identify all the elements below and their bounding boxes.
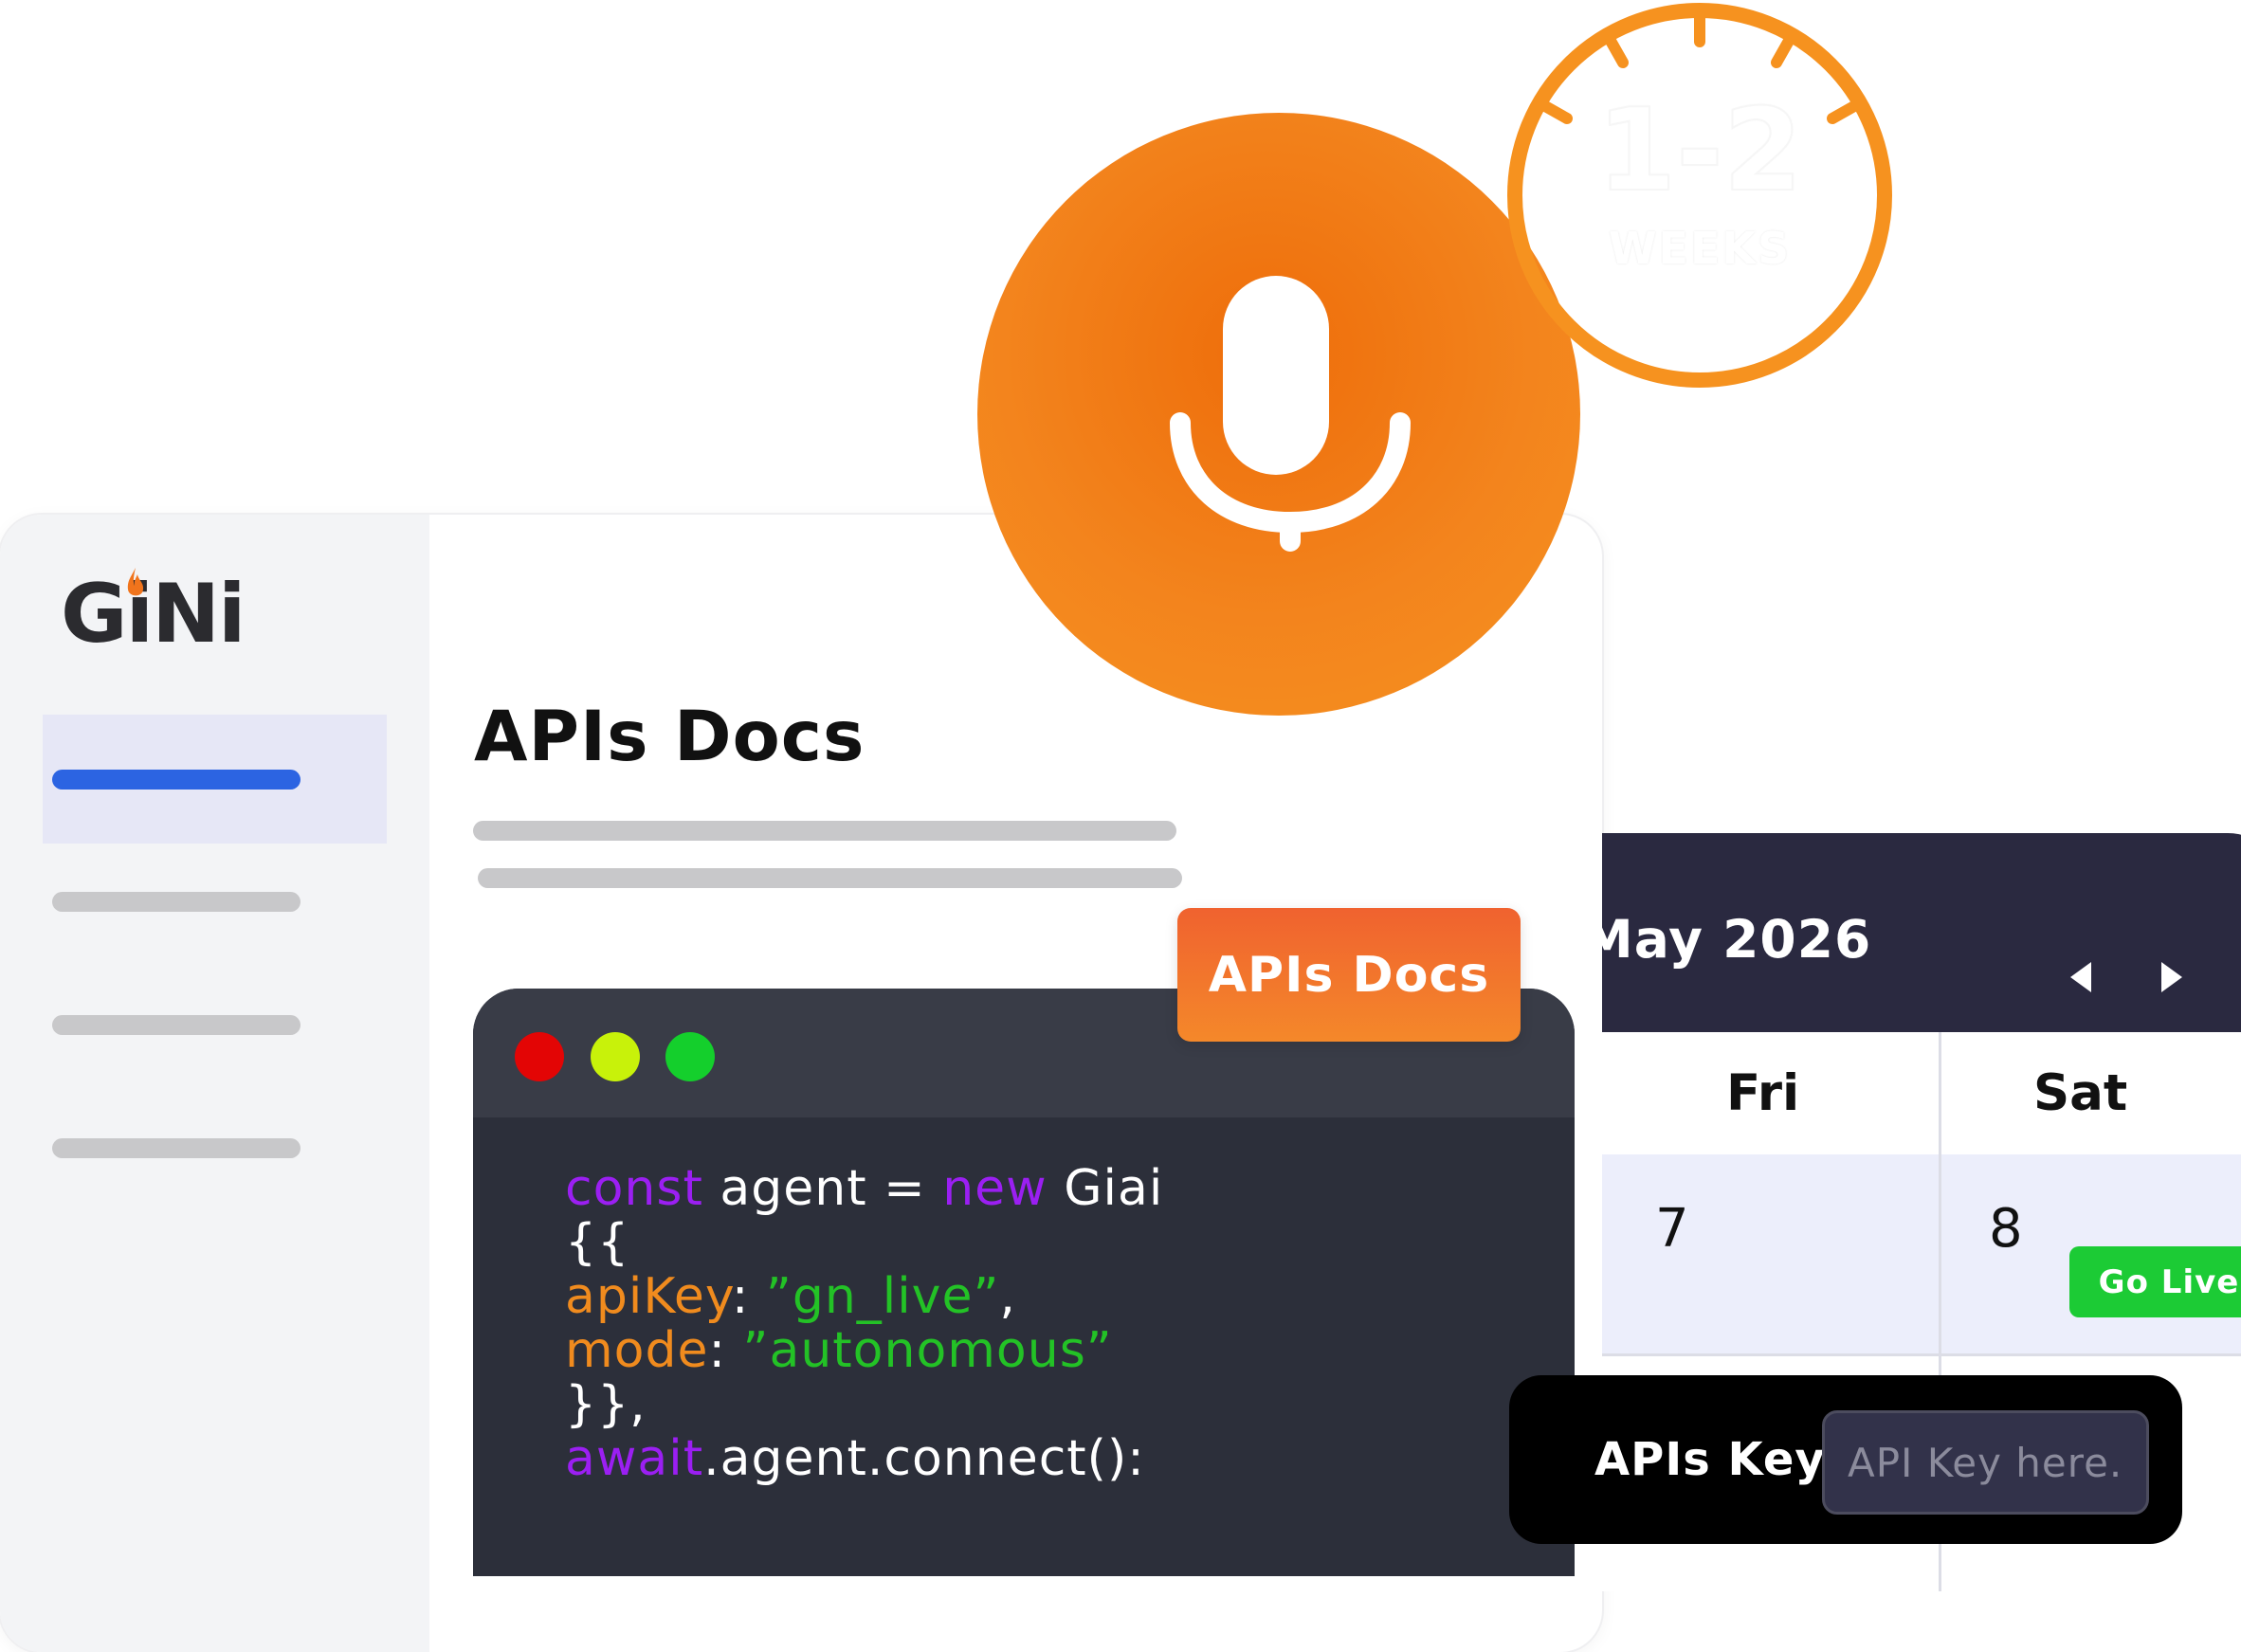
code-token: :	[731, 1268, 766, 1325]
code-line: apiKey: ”gn_live”,	[565, 1270, 1163, 1324]
calendar-row-divider	[1602, 1353, 2241, 1356]
code-token: new	[942, 1160, 1048, 1217]
api-key-input[interactable]	[1822, 1410, 2149, 1515]
chevron-left-icon[interactable]	[2063, 958, 2101, 996]
text-placeholder-line	[478, 868, 1182, 888]
code-token: :	[708, 1322, 743, 1379]
flame-icon	[127, 568, 144, 596]
sidebar-item-bar	[52, 770, 301, 790]
window-minimize-dot[interactable]	[591, 1032, 640, 1081]
code-token: apiKey	[565, 1268, 732, 1325]
apis-docs-button[interactable]: APIs Docs	[1177, 908, 1521, 1042]
code-token: mode	[565, 1322, 709, 1379]
sidebar: GiNi	[0, 515, 429, 1652]
code-token: .agent.connect():	[703, 1430, 1145, 1487]
code-token: await	[565, 1430, 704, 1487]
sidebar-item-bar	[52, 1015, 301, 1035]
calendar-date-cell[interactable]: 8	[1989, 1198, 2023, 1260]
timer-unit: WEEKS	[1608, 223, 1792, 274]
code-line: {{	[565, 1216, 1163, 1270]
code-editor: const agent = new Giai{{apiKey: ”gn_live…	[473, 989, 1575, 1576]
code-token: {{	[565, 1214, 630, 1271]
page-title: APIs Docs	[474, 697, 865, 777]
window-close-dot[interactable]	[515, 1032, 564, 1081]
calendar-header: May 2026	[1602, 833, 2241, 1032]
calendar-month: May 2026	[1602, 909, 1872, 970]
sidebar-item-4[interactable]	[43, 1083, 387, 1212]
sidebar-item-2[interactable]	[43, 837, 387, 966]
code-token: ,	[999, 1268, 1016, 1325]
gini-logo: GiNi	[61, 568, 246, 657]
code-token: ”autonomous”	[742, 1322, 1113, 1379]
logo-text: GiNi	[61, 567, 246, 662]
window-maximize-dot[interactable]	[665, 1032, 715, 1081]
code-token: agent =	[702, 1160, 943, 1217]
code-line: await.agent.connect():	[565, 1432, 1163, 1486]
calendar-date-cell[interactable]: 7	[1655, 1198, 1689, 1260]
code-block: const agent = new Giai{{apiKey: ”gn_live…	[565, 1162, 1163, 1486]
api-key-label: APIs Key	[1594, 1433, 1826, 1486]
code-token: Giai	[1047, 1160, 1164, 1217]
timer-dial: 1-2 WEEKS	[1504, 0, 1895, 390]
code-line: const agent = new Giai	[565, 1162, 1163, 1216]
sidebar-item-3[interactable]	[43, 960, 387, 1089]
sidebar-item-active[interactable]	[43, 715, 387, 844]
sidebar-item-bar	[52, 892, 301, 912]
calendar-day-header: Fri	[1726, 1064, 1800, 1122]
code-token: ”gn_live”	[765, 1268, 1000, 1325]
chevron-right-icon[interactable]	[2152, 958, 2190, 996]
microphone-icon	[1170, 276, 1411, 552]
go-live-event-badge[interactable]: Go Live	[2069, 1246, 2241, 1317]
code-token: }},	[565, 1376, 647, 1433]
code-line: mode: ”autonomous”	[565, 1324, 1163, 1378]
microphone-button[interactable]	[977, 113, 1580, 716]
timer-value: 1-2	[1596, 84, 1804, 218]
code-token: const	[565, 1160, 703, 1217]
calendar-day-header: Sat	[2033, 1064, 2128, 1122]
text-placeholder-line	[473, 821, 1176, 841]
code-line: }},	[565, 1378, 1163, 1432]
sidebar-item-bar	[52, 1138, 301, 1158]
api-key-bar: APIs Key	[1509, 1375, 2182, 1544]
